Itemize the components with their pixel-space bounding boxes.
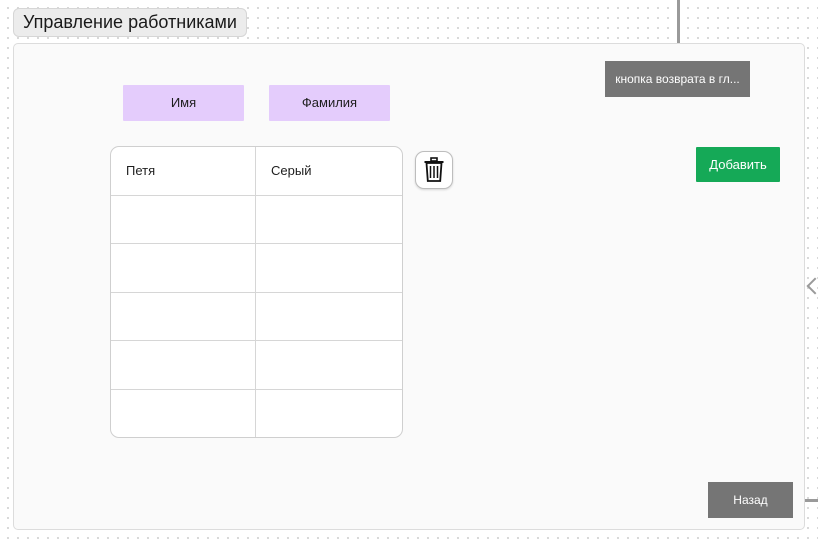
table-cell-first-name[interactable] [111,244,256,293]
add-employee-button[interactable]: Добавить [696,147,780,182]
table-cell-last-name[interactable]: Серый [256,147,402,196]
employee-table: Петя Серый [110,146,403,438]
column-header-last-name: Фамилия [269,85,390,121]
table-cell-first-name[interactable] [111,195,256,244]
frame-title[interactable]: Управление работниками [13,8,247,37]
arrow-left-icon [806,277,818,295]
table-cell-last-name[interactable] [256,390,402,438]
table-cell-last-name[interactable] [256,341,402,390]
table-cell-last-name[interactable] [256,244,402,293]
back-button[interactable]: Назад [708,482,793,518]
table-cell-first-name[interactable] [111,292,256,341]
table-cell-first-name[interactable] [111,389,256,437]
table-cell-first-name[interactable] [111,341,256,390]
table-cell-last-name[interactable] [256,293,402,341]
table-cell-last-name[interactable] [256,196,402,244]
trash-icon [424,157,444,182]
column-header-first-name: Имя [123,85,244,121]
back-to-main-button[interactable]: кнопка возврата в гл... [605,61,750,97]
table-cell-first-name[interactable]: Петя [111,147,256,196]
delete-button[interactable] [415,151,453,189]
